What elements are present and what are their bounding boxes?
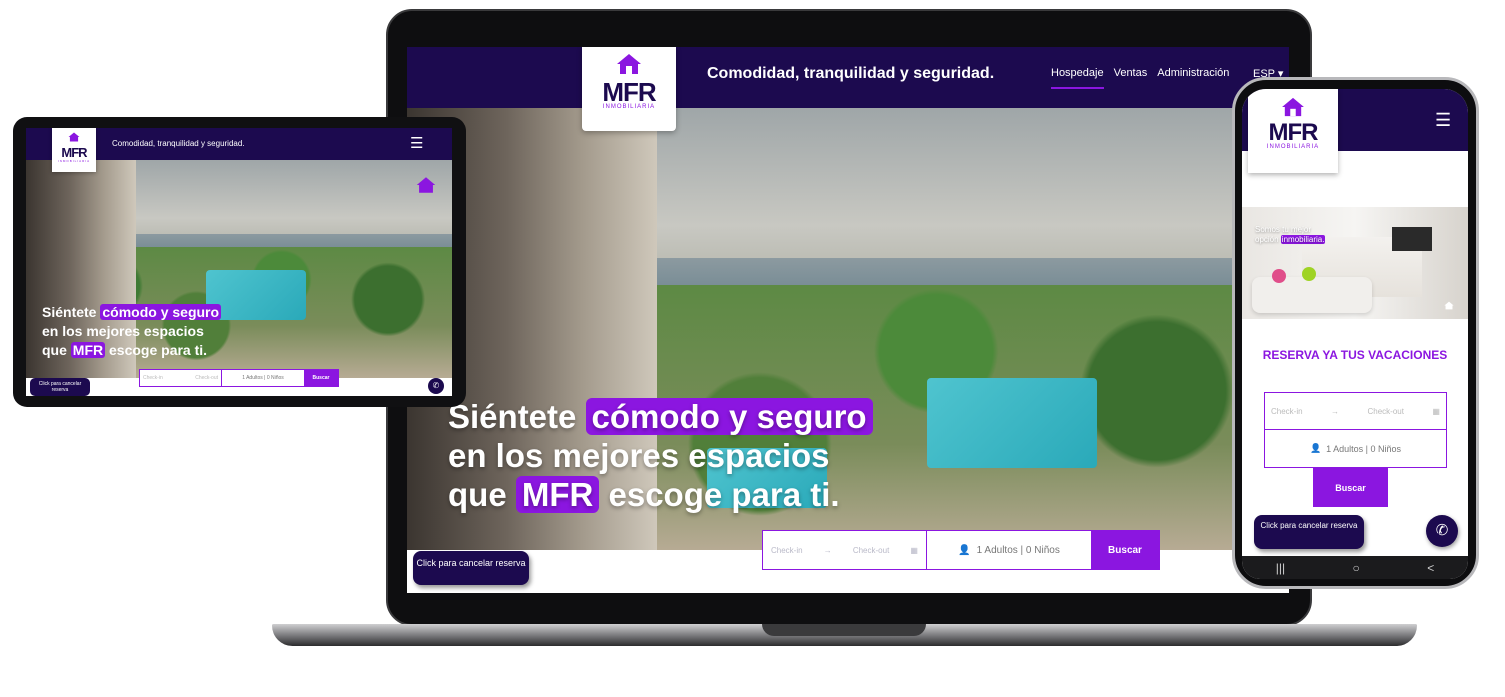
phone-screen: MFR INMOBILIARIA ☰ Somos tu mejor opción… xyxy=(1242,89,1468,579)
site-header: MFR INMOBILIARIA Comodidad, tranquilidad… xyxy=(26,128,452,172)
guests-value: 1 Adultos | 0 Niños xyxy=(976,544,1060,556)
guests-selector[interactable]: 👤 1 Adultos | 0 Niños xyxy=(927,531,1091,569)
site-logo[interactable]: MFR INMOBILIARIA xyxy=(582,47,676,131)
person-icon: 👤 xyxy=(958,544,971,556)
headline-highlight: cómodo y seguro xyxy=(100,304,222,320)
calendar-icon: ▦ xyxy=(1432,406,1440,416)
checkin-field[interactable]: Check-in xyxy=(1271,407,1303,416)
headline-highlight: cómodo y seguro xyxy=(585,398,873,435)
cancel-reservation-button[interactable]: Click para cancelar reserva xyxy=(30,378,90,396)
logo-text: MFR xyxy=(1268,119,1319,146)
headline-highlight-brand: MFR xyxy=(515,476,600,513)
search-button[interactable]: Buscar xyxy=(1313,468,1388,507)
arrow-right-icon: → xyxy=(823,545,832,555)
date-range-input[interactable]: Check-in → Check-out ▦ xyxy=(1264,392,1447,430)
search-button[interactable]: Buscar xyxy=(1091,531,1159,569)
hero-headline: Siéntete cómodo y seguro en los mejores … xyxy=(448,397,873,514)
tablet-screen: MFR INMOBILIARIA Comodidad, tranquilidad… xyxy=(26,128,452,396)
checkin-field[interactable]: Check-in xyxy=(771,546,803,555)
home-button-icon[interactable]: ○ xyxy=(1353,561,1360,575)
search-button[interactable]: Buscar xyxy=(304,370,338,386)
headline-text: escoge para ti. xyxy=(105,342,208,358)
calendar-icon: ▦ xyxy=(910,545,918,555)
guests-selector[interactable]: 👤 1 Adultos | 0 Niños xyxy=(1264,430,1447,468)
site-tagline: Comodidad, tranquilidad y seguridad. xyxy=(112,139,245,148)
headline-text: escoge para ti. xyxy=(599,476,840,513)
hero-text-line-1: Somos tu mejor xyxy=(1255,225,1312,234)
recent-apps-icon[interactable]: ||| xyxy=(1276,561,1285,575)
laptop-notch xyxy=(762,624,926,636)
headline-text: Siéntete xyxy=(42,304,101,320)
reservation-title: RESERVA YA TUS VACACIONES xyxy=(1262,348,1448,362)
house-logo-icon xyxy=(1282,97,1304,117)
hero-tagline: Somos tu mejor opción inmobiliaria. xyxy=(1255,225,1326,245)
house-icon xyxy=(416,177,436,193)
headline-highlight-brand: MFR xyxy=(70,342,106,358)
hero-text: opción xyxy=(1255,235,1281,244)
cancel-reservation-button[interactable]: Click para cancelar reserva xyxy=(413,551,529,585)
nav-item-ventas[interactable]: Ventas xyxy=(1114,67,1148,89)
hero-text-highlight: inmobiliaria. xyxy=(1280,235,1326,244)
headline-text: Siéntete xyxy=(448,398,586,435)
hamburger-menu-icon[interactable]: ☰ xyxy=(410,136,423,151)
logo-text: MFR xyxy=(61,145,87,160)
booking-bar: Check-in → Check-out ▦ 👤 1 Adultos | 0 N… xyxy=(762,530,1160,570)
hero-image xyxy=(1242,207,1468,319)
back-icon[interactable]: < xyxy=(1427,561,1434,575)
device-mockup-stage: MFR INMOBILIARIA Comodidad, tranquilidad… xyxy=(0,0,1505,697)
whatsapp-icon[interactable]: ✆ xyxy=(1426,515,1458,547)
house-logo-icon xyxy=(617,54,641,74)
logo-text: MFR xyxy=(602,77,656,107)
booking-bar: Check-in Check-out 1 Adultos | 0 Niños B… xyxy=(139,369,339,387)
checkout-field[interactable]: Check-out xyxy=(853,546,889,555)
hero-headline: Siéntete cómodo y seguro en los mejores … xyxy=(42,303,222,360)
guests-selector[interactable]: 1 Adultos | 0 Niños xyxy=(222,370,304,386)
main-nav: Hospedaje Ventas Administración xyxy=(1051,67,1229,89)
checkout-field[interactable]: Check-out xyxy=(195,375,218,381)
arrow-right-icon: → xyxy=(1331,406,1340,416)
logo-subtext: INMOBILIARIA xyxy=(57,159,91,163)
date-range-input[interactable]: Check-in Check-out xyxy=(140,370,222,386)
site-header: MFR INMOBILIARIA ☰ xyxy=(1242,89,1468,173)
logo-subtext: INMOBILIARIA xyxy=(602,104,656,110)
site-tagline: Comodidad, tranquilidad y seguridad. xyxy=(707,65,995,82)
nav-item-hospedaje[interactable]: Hospedaje xyxy=(1051,67,1104,89)
house-logo-icon xyxy=(68,132,80,142)
site-header: MFR INMOBILIARIA Comodidad, tranquilidad… xyxy=(407,47,1289,131)
guests-value: 1 Adultos | 0 Niños xyxy=(1326,443,1402,454)
headline-line-2: en los mejores espacios xyxy=(42,323,204,339)
headline-text: que xyxy=(42,342,71,358)
nav-item-administracion[interactable]: Administración xyxy=(1157,67,1229,89)
site-logo[interactable]: MFR INMOBILIARIA xyxy=(1248,89,1338,173)
headline-line-2: en los mejores espacios xyxy=(448,437,830,474)
home-icon xyxy=(1444,301,1454,310)
whatsapp-icon[interactable]: ✆ xyxy=(428,378,444,394)
date-range-input[interactable]: Check-in → Check-out ▦ xyxy=(763,531,927,569)
android-nav-bar: ||| ○ < xyxy=(1242,556,1468,579)
checkin-field[interactable]: Check-in xyxy=(143,375,163,381)
hamburger-menu-icon[interactable]: ☰ xyxy=(1435,111,1451,129)
logo-subtext: INMOBILIARIA xyxy=(1266,144,1320,150)
headline-text: que xyxy=(448,476,516,513)
cancel-reservation-button[interactable]: Click para cancelar reserva xyxy=(1254,515,1364,549)
site-logo[interactable]: MFR INMOBILIARIA xyxy=(52,128,96,172)
person-icon: 👤 xyxy=(1309,443,1322,453)
checkout-field[interactable]: Check-out xyxy=(1367,407,1403,416)
laptop-screen: MFR INMOBILIARIA Comodidad, tranquilidad… xyxy=(407,47,1289,593)
